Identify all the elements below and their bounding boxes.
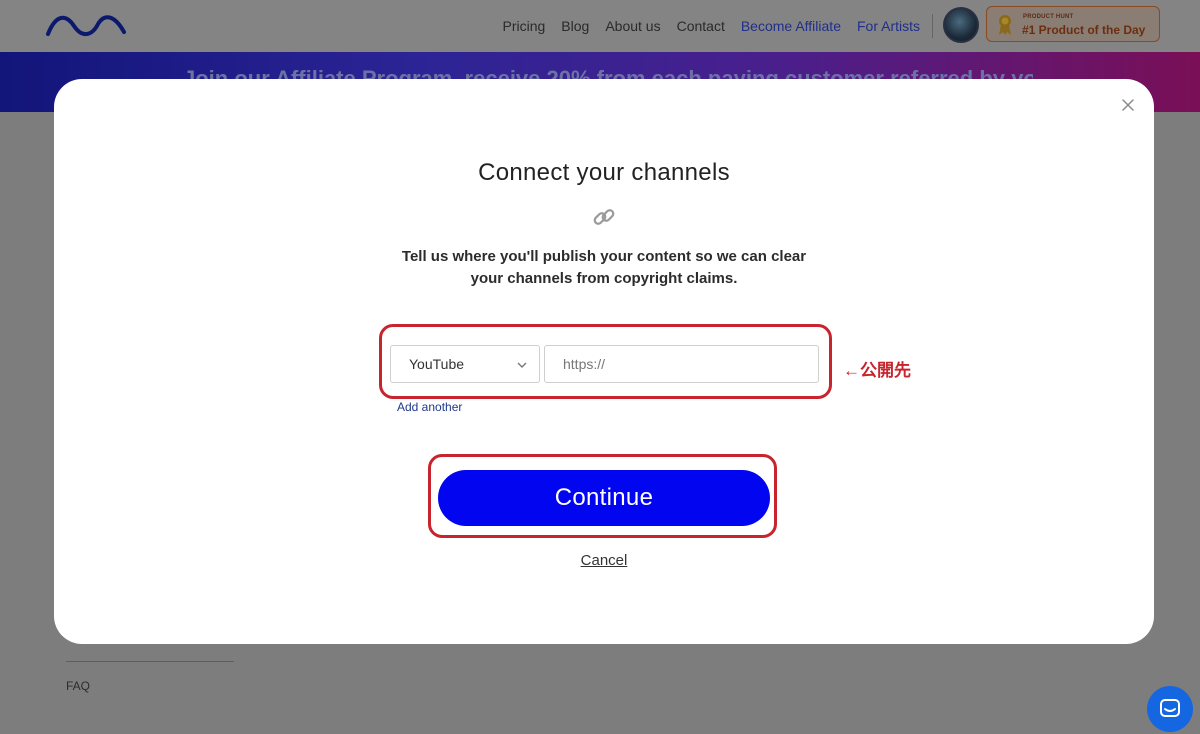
description-line-2: your channels from copyright claims. (470, 270, 738, 287)
close-icon[interactable] (1120, 97, 1136, 113)
footer-faq-link[interactable]: FAQ (66, 679, 90, 693)
brand-logo-icon[interactable] (46, 12, 126, 38)
dialog-description: Tell us where you'll publish your conten… (384, 246, 824, 290)
product-of-the-day-label: #1 Product of the Day (1022, 23, 1146, 37)
nav-divider (932, 14, 933, 38)
footer-divider (66, 661, 234, 662)
nav-link-become-affiliate[interactable]: Become Affiliate (741, 18, 841, 34)
cancel-link[interactable]: Cancel (54, 552, 1154, 569)
medal-icon (999, 15, 1011, 35)
annotation-box-channel (379, 324, 832, 399)
top-navigation: Pricing Blog About us Contact Become Aff… (0, 0, 1200, 52)
chat-icon (1160, 699, 1180, 717)
nav-link-blog[interactable]: Blog (561, 18, 589, 34)
product-hunt-badge[interactable]: PRODUCT HUNT #1 Product of the Day (986, 6, 1160, 42)
annotation-label: ←公開先 (843, 361, 911, 380)
user-avatar[interactable] (943, 7, 979, 43)
chat-support-button[interactable] (1147, 686, 1193, 732)
nav-link-about-us[interactable]: About us (605, 18, 660, 34)
nav-link-contact[interactable]: Contact (677, 18, 725, 34)
description-line-1: Tell us where you'll publish your conten… (401, 248, 807, 265)
nav-link-pricing[interactable]: Pricing (503, 18, 546, 34)
link-chain-icon (593, 209, 615, 225)
nav-links: Pricing Blog About us Contact Become Aff… (503, 0, 921, 52)
nav-link-for-artists[interactable]: For Artists (857, 18, 920, 34)
dialog-title: Connect your channels (478, 159, 730, 186)
add-another-link[interactable]: Add another (397, 400, 462, 414)
annotation-box-continue (428, 454, 777, 538)
product-hunt-label: PRODUCT HUNT (1023, 14, 1074, 20)
